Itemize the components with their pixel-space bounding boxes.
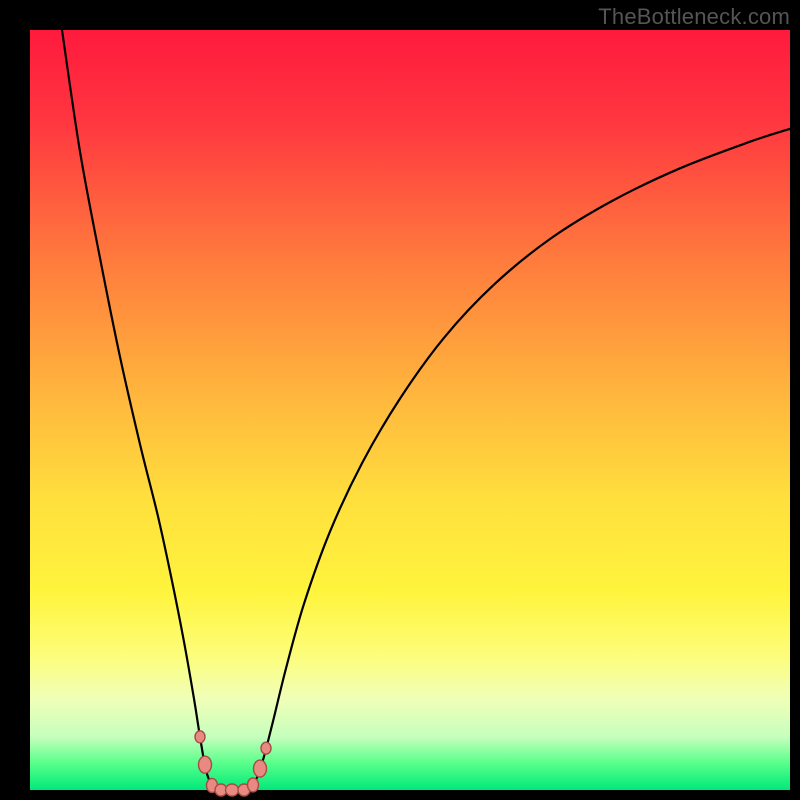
- plot-background: [30, 30, 790, 790]
- chart-frame: TheBottleneck.com: [0, 0, 800, 800]
- marker-6: [248, 778, 259, 792]
- marker-4: [226, 784, 239, 796]
- marker-8: [261, 742, 271, 754]
- bottleneck-chart: [0, 0, 800, 800]
- watermark-text: TheBottleneck.com: [598, 4, 790, 30]
- marker-7: [254, 760, 267, 777]
- marker-0: [195, 731, 205, 743]
- marker-1: [199, 756, 212, 773]
